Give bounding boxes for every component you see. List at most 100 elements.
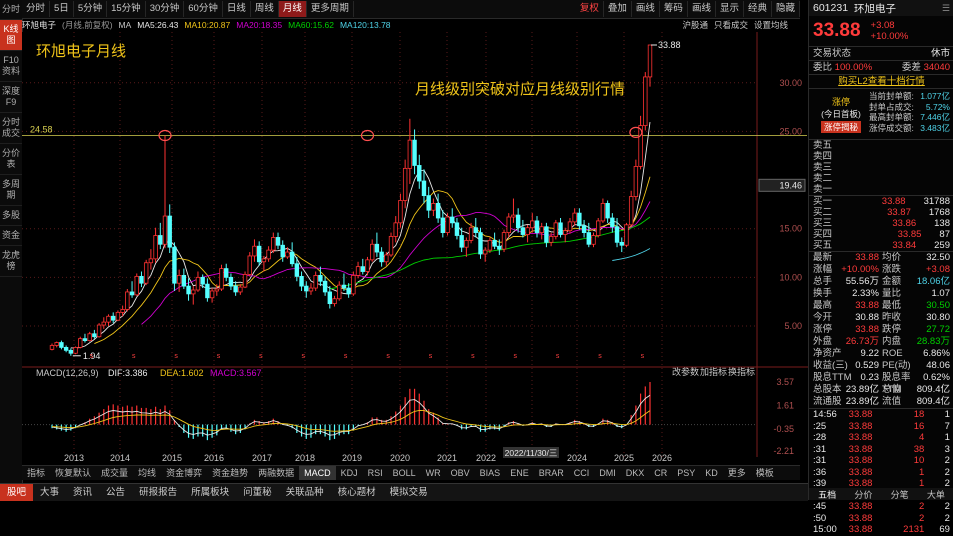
candle-body[interactable] (511, 214, 516, 218)
candle-body[interactable] (544, 226, 549, 243)
candle-body[interactable] (63, 347, 69, 351)
candle-body[interactable] (176, 275, 182, 284)
indicator-tab-21[interactable]: KD (700, 466, 723, 480)
candle-body[interactable] (73, 347, 78, 354)
candle-body[interactable] (139, 275, 144, 284)
candle-body[interactable] (162, 215, 168, 245)
indicator-tab-14[interactable]: ENE (505, 466, 534, 480)
candle-body[interactable] (294, 263, 300, 277)
candle-body[interactable] (332, 298, 337, 305)
bottom-tab-7[interactable]: 关联品种 (279, 484, 331, 501)
candle-body[interactable] (600, 203, 606, 222)
bottom-tab-1[interactable]: 大事 (33, 484, 66, 501)
candle-body[interactable] (111, 315, 116, 321)
candle-body[interactable] (567, 221, 573, 232)
candle-body[interactable] (191, 289, 196, 295)
indicator-tab-2[interactable]: 成交量 (96, 466, 133, 480)
candle-body[interactable] (388, 236, 394, 256)
indicator-tab-4[interactable]: 资金博弈 (161, 466, 207, 480)
candle-body[interactable] (398, 200, 403, 224)
candle-body[interactable] (261, 258, 267, 263)
indicator-tab-19[interactable]: CR (649, 466, 672, 480)
indicator-tab-15[interactable]: BRAR (534, 466, 569, 480)
candle-body[interactable] (407, 139, 413, 169)
candle-body[interactable] (497, 245, 502, 250)
candle-body[interactable] (167, 215, 172, 248)
candle-body[interactable] (275, 237, 281, 246)
candle-body[interactable] (577, 212, 582, 227)
candle-body[interactable] (534, 220, 540, 233)
candle-body[interactable] (548, 236, 554, 243)
candle-body[interactable] (624, 224, 629, 246)
candle-body[interactable] (49, 345, 55, 350)
candle-body[interactable] (271, 237, 276, 251)
candle-body[interactable] (82, 338, 88, 341)
ma-right-2[interactable]: 设置均线 (754, 19, 788, 31)
left-tab-0[interactable]: 分时 (0, 0, 22, 20)
candle-body[interactable] (341, 284, 347, 289)
candle-body[interactable] (256, 245, 262, 263)
quote-tab-2[interactable]: 分笔 (882, 488, 918, 501)
candle-body[interactable] (200, 276, 205, 285)
indicator-tab-5[interactable]: 资金趋势 (207, 466, 253, 480)
candle-body[interactable] (591, 235, 596, 245)
candle-body[interactable] (515, 214, 521, 229)
limit-reveal-button[interactable]: 涨停揭秘 (820, 121, 861, 133)
candle-body[interactable] (252, 245, 257, 257)
candle-body[interactable] (68, 349, 74, 354)
indicator-tab-0[interactable]: 指标 (22, 466, 50, 480)
candle-body[interactable] (54, 342, 59, 346)
candle-body[interactable] (304, 285, 309, 292)
candle-body[interactable] (280, 244, 285, 258)
candle-body[interactable] (473, 227, 478, 233)
candle-body[interactable] (506, 216, 511, 233)
candle-body[interactable] (619, 241, 624, 246)
candle-body[interactable] (610, 217, 615, 228)
candle-body[interactable] (454, 222, 460, 236)
bottom-tab-8[interactable]: 核心题材 (331, 484, 383, 501)
candle-body[interactable] (233, 285, 238, 293)
period-tab-1[interactable]: 5日 (50, 1, 74, 17)
candle-body[interactable] (520, 227, 526, 235)
toolbar-right-2[interactable]: 画线 (632, 1, 660, 17)
candle-body[interactable] (153, 235, 158, 260)
candle-body[interactable] (120, 309, 125, 313)
indicator-tab-11[interactable]: WR (421, 466, 446, 480)
candle-body[interactable] (186, 285, 191, 295)
candle-body[interactable] (426, 195, 431, 211)
candle-body[interactable] (87, 333, 92, 341)
candle-body[interactable] (421, 180, 427, 197)
quote-tab-3[interactable]: 大单 (918, 488, 953, 501)
left-tab-1[interactable]: K线图 (0, 20, 22, 51)
candle-body[interactable] (530, 220, 535, 229)
bottom-tab-4[interactable]: 研报报告 (132, 484, 184, 501)
candle-body[interactable] (224, 268, 229, 278)
candle-body[interactable] (478, 232, 483, 255)
period-tab-0[interactable]: 分时 (22, 1, 51, 17)
candle-body[interactable] (605, 203, 610, 219)
candle-body[interactable] (435, 203, 441, 219)
toolbar-right-7[interactable]: 隐藏 (772, 1, 800, 17)
period-tab-2[interactable]: 5分钟 (74, 1, 108, 17)
candle-body[interactable] (464, 239, 469, 248)
candle-body[interactable] (360, 266, 365, 272)
left-tab-5[interactable]: 分价表 (0, 144, 22, 175)
candle-body[interactable] (393, 222, 398, 237)
candle-body[interactable] (181, 275, 187, 287)
candle-body[interactable] (134, 275, 139, 296)
candle-body[interactable] (351, 275, 356, 295)
candle-body[interactable] (450, 216, 455, 224)
candle-body[interactable] (266, 249, 271, 260)
indicator-tab-18[interactable]: DKX (621, 466, 650, 480)
candle-body[interactable] (327, 291, 333, 305)
candle-body[interactable] (402, 167, 408, 201)
bottom-tab-6[interactable]: 问董秘 (236, 484, 279, 501)
toolbar-right-1[interactable]: 叠加 (604, 1, 632, 17)
candle-body[interactable] (205, 283, 210, 299)
candle-body[interactable] (369, 243, 375, 261)
bottom-tab-9[interactable]: 模拟交易 (383, 484, 435, 501)
candle-body[interactable] (586, 232, 591, 245)
candle-body[interactable] (158, 235, 163, 245)
left-tab-7[interactable]: 多股 (0, 206, 22, 226)
candle-body[interactable] (209, 290, 215, 299)
